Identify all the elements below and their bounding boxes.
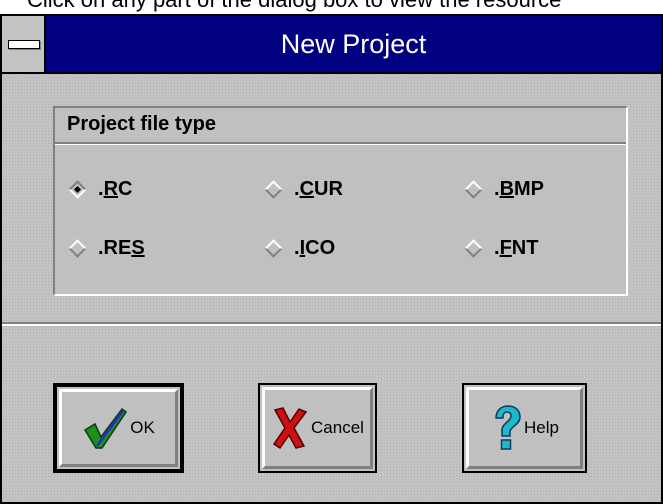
project-file-type-group: Project file type .RC .CUR .BMP .RES .IC… (53, 106, 628, 296)
radio-ico[interactable]: .ICO (263, 237, 335, 260)
help-button[interactable]: Help (462, 383, 587, 473)
radio-label: .RC (98, 178, 133, 200)
radio-diamond-icon (464, 239, 483, 258)
ok-button[interactable]: OK (53, 383, 184, 473)
x-icon (272, 407, 308, 450)
radio-label: .CUR (294, 178, 343, 200)
radio-label: .BMP (494, 178, 545, 200)
dialog-title: New Project (280, 28, 427, 59)
cancel-label: Cancel (311, 418, 364, 437)
title-bar: New Project (2, 16, 661, 74)
radio-diamond-icon (68, 180, 87, 199)
radio-diamond-icon (264, 239, 283, 258)
radio-diamond-icon (68, 239, 87, 258)
cancel-button[interactable]: Cancel (258, 383, 377, 473)
question-mark-icon (495, 405, 521, 450)
radio-label: .RES (98, 237, 145, 259)
radio-rc[interactable]: .RC (67, 178, 132, 201)
radio-res[interactable]: .RES (67, 237, 145, 260)
group-header: Project file type (55, 108, 626, 144)
checkmark-icon (84, 407, 128, 449)
radio-bmp[interactable]: .BMP (463, 178, 544, 201)
group-title: Project file type (67, 113, 216, 135)
help-label: Help (524, 418, 559, 437)
help-caption: Click on any part of the dialog box to v… (27, 0, 561, 11)
system-menu-icon (8, 40, 40, 49)
new-project-dialog: New Project Project file type .RC .CUR .… (0, 14, 663, 504)
radio-cur[interactable]: .CUR (263, 178, 343, 201)
radio-label: .ICO (294, 237, 336, 259)
radio-label: .FNT (494, 237, 539, 259)
divider (2, 322, 661, 326)
radio-fnt[interactable]: .FNT (463, 237, 538, 260)
ok-label: OK (130, 418, 155, 437)
radio-diamond-icon (464, 180, 483, 199)
radio-diamond-icon (264, 180, 283, 199)
system-menu-button[interactable] (2, 16, 46, 72)
